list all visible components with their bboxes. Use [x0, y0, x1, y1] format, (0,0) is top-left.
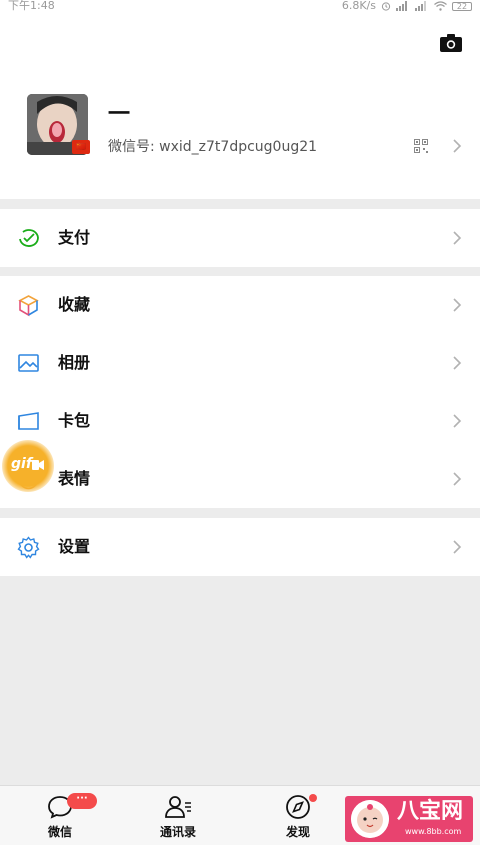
gif-label: gif — [11, 456, 32, 472]
compass-icon — [286, 795, 310, 819]
status-time: 下午1:48 — [8, 0, 55, 12]
alarm-icon — [381, 2, 391, 11]
signal-icon-2 — [415, 1, 426, 11]
status-bar: 下午1:48 6.8K/s 22 — [0, 0, 480, 14]
menu-label-stickers: 表情 — [58, 469, 91, 488]
menu-label-settings: 设置 — [58, 537, 91, 556]
tab-label-chats: 微信 — [47, 825, 72, 839]
watermark-text: 八宝网 — [397, 799, 464, 824]
qr-code-icon[interactable] — [414, 139, 428, 153]
tab-discover[interactable]: 发现 — [258, 786, 338, 845]
gear-icon — [17, 536, 40, 559]
menu-item-album[interactable]: 相册 — [0, 334, 480, 392]
card-wallet-icon — [18, 412, 39, 430]
menu-label-favorites: 收藏 — [58, 295, 91, 314]
signal-icon — [396, 1, 407, 11]
pay-section: 支付 — [0, 209, 480, 267]
settings-section: 设置 — [0, 518, 480, 576]
menu-item-settings[interactable]: 设置 — [0, 518, 480, 576]
image-icon — [18, 354, 39, 372]
chevron-right-icon — [453, 298, 462, 312]
menu-label-pay: 支付 — [58, 228, 91, 247]
tab-label-discover: 发现 — [285, 825, 310, 839]
menu-item-favorites[interactable]: 收藏 — [0, 276, 480, 334]
status-indicators: 6.8K/s 22 — [342, 0, 472, 12]
flag-badge: 🇨🇳 — [72, 140, 90, 154]
wallet-icon — [19, 229, 39, 247]
camera-icon[interactable] — [440, 34, 462, 52]
chevron-right-icon — [453, 540, 462, 554]
chevron-right-icon — [453, 356, 462, 370]
tab-contacts[interactable]: 通讯录 — [138, 786, 218, 845]
menu-item-pay[interactable]: 支付 — [0, 209, 480, 267]
video-camera-icon — [32, 460, 44, 470]
wechat-id: 微信号: wxid_z7t7dpcug0ug21 — [108, 139, 318, 155]
nickname: 一 — [108, 102, 131, 127]
network-speed: 6.8K/s — [341, 0, 376, 12]
chevron-right-icon — [453, 231, 462, 245]
discover-red-dot — [309, 794, 317, 802]
cube-icon — [18, 295, 39, 317]
watermark-logo: 八宝网 www.8bb.com — [345, 796, 473, 842]
menu-label-cards: 卡包 — [58, 411, 91, 430]
menu-label-album: 相册 — [58, 353, 91, 372]
floating-gif-button[interactable]: gif — [2, 440, 54, 492]
baby-face-icon — [351, 800, 389, 838]
wifi-icon — [434, 1, 447, 11]
profile-header[interactable]: 🇨🇳 一 微信号: wxid_z7t7dpcug0ug21 — [0, 14, 480, 199]
chats-unread-badge: ··· — [67, 793, 97, 809]
battery-icon: 22 — [452, 1, 472, 11]
chevron-right-icon — [453, 472, 462, 486]
menu-item-cards[interactable]: 卡包 — [0, 392, 480, 450]
chevron-right-icon — [453, 414, 462, 428]
watermark-url: www.8bb.com — [405, 827, 462, 836]
tab-label-contacts: 通讯录 — [159, 825, 196, 839]
menu-item-stickers[interactable]: 表情 — [0, 450, 480, 508]
profile-chevron-right-icon — [453, 139, 462, 153]
contacts-icon — [165, 796, 191, 818]
tools-section: 收藏 相册 卡包 表情 — [0, 276, 480, 508]
